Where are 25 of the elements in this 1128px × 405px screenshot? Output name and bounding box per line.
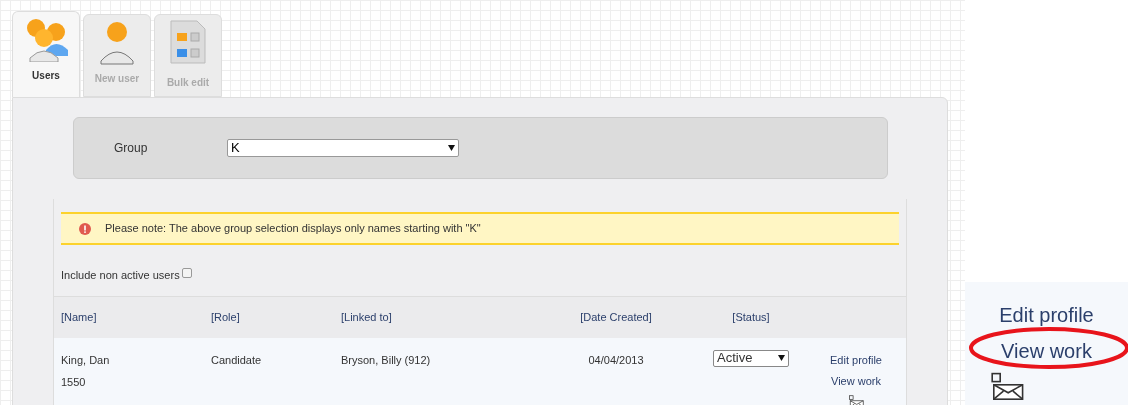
warning-icon [79, 222, 91, 235]
action-link[interactable]: View work [831, 373, 881, 390]
group-label: Group [114, 140, 149, 157]
user-icon [97, 19, 137, 65]
table-cell-text: King, Dan [61, 352, 111, 368]
include-inactive-label: Include non active users [61, 268, 180, 283]
column-header[interactable]: [Status] [691, 308, 811, 326]
table-cell-text: Bryson, Billy (912) [341, 352, 432, 368]
action-link[interactable]: Edit profile [999, 304, 1094, 326]
column-header[interactable]: [Role] [211, 308, 341, 326]
tab[interactable]: Users [12, 11, 80, 97]
envelope-lock-icon[interactable] [989, 372, 1025, 401]
group-select[interactable]: K [227, 139, 459, 157]
table-cell-text: 1550 [61, 375, 87, 390]
action-link[interactable]: Edit profile [830, 351, 882, 368]
table-cell-text: Candidate [211, 352, 263, 368]
document-lock-icon [169, 19, 207, 65]
status-select[interactable]: Active [713, 349, 789, 367]
table-cell-text: 04/04/2013 [587, 352, 645, 368]
column-header[interactable]: [Linked to] [341, 308, 541, 326]
column-header[interactable]: [Name] [61, 308, 211, 326]
column-header[interactable]: [Date Created] [541, 308, 691, 326]
notice-text: Please note: The above group selection displays only names starting with "K" [105, 221, 481, 237]
dropdown-arrow-icon [448, 145, 455, 151]
dropdown-arrow-icon [778, 355, 785, 361]
